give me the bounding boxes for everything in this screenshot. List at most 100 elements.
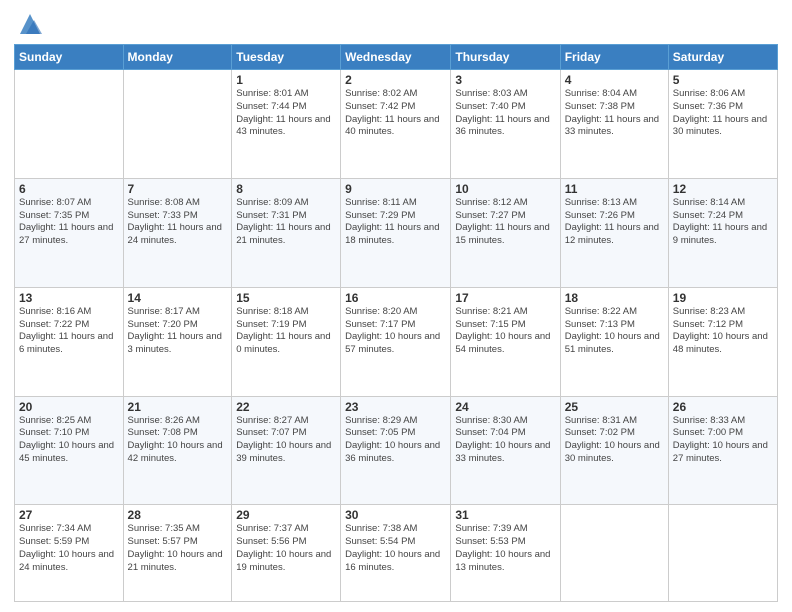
calendar-cell: 17Sunrise: 8:21 AMSunset: 7:15 PMDayligh…	[451, 287, 560, 396]
calendar-cell: 22Sunrise: 8:27 AMSunset: 7:07 PMDayligh…	[232, 396, 341, 505]
day-number: 19	[673, 291, 773, 305]
day-number: 16	[345, 291, 446, 305]
day-number: 15	[236, 291, 336, 305]
day-number: 7	[128, 182, 228, 196]
day-info: Sunrise: 8:01 AMSunset: 7:44 PMDaylight:…	[236, 88, 336, 139]
day-info: Sunrise: 7:39 AMSunset: 5:53 PMDaylight:…	[455, 523, 555, 574]
day-info: Sunrise: 8:06 AMSunset: 7:36 PMDaylight:…	[673, 88, 773, 139]
calendar-cell: 8Sunrise: 8:09 AMSunset: 7:31 PMDaylight…	[232, 178, 341, 287]
day-number: 31	[455, 508, 555, 522]
calendar-cell: 24Sunrise: 8:30 AMSunset: 7:04 PMDayligh…	[451, 396, 560, 505]
day-number: 28	[128, 508, 228, 522]
logo	[14, 14, 44, 38]
day-info: Sunrise: 8:02 AMSunset: 7:42 PMDaylight:…	[345, 88, 446, 139]
day-info: Sunrise: 8:25 AMSunset: 7:10 PMDaylight:…	[19, 415, 119, 466]
calendar-cell: 28Sunrise: 7:35 AMSunset: 5:57 PMDayligh…	[123, 505, 232, 602]
day-number: 5	[673, 73, 773, 87]
day-number: 23	[345, 400, 446, 414]
calendar-week-1: 6Sunrise: 8:07 AMSunset: 7:35 PMDaylight…	[15, 178, 778, 287]
day-number: 9	[345, 182, 446, 196]
calendar-cell	[15, 70, 124, 179]
calendar-cell	[560, 505, 668, 602]
calendar-cell: 23Sunrise: 8:29 AMSunset: 7:05 PMDayligh…	[341, 396, 451, 505]
day-info: Sunrise: 7:34 AMSunset: 5:59 PMDaylight:…	[19, 523, 119, 574]
day-info: Sunrise: 8:17 AMSunset: 7:20 PMDaylight:…	[128, 306, 228, 357]
calendar-cell: 18Sunrise: 8:22 AMSunset: 7:13 PMDayligh…	[560, 287, 668, 396]
day-number: 20	[19, 400, 119, 414]
day-info: Sunrise: 7:38 AMSunset: 5:54 PMDaylight:…	[345, 523, 446, 574]
day-info: Sunrise: 8:20 AMSunset: 7:17 PMDaylight:…	[345, 306, 446, 357]
calendar-header-row: SundayMondayTuesdayWednesdayThursdayFrid…	[15, 45, 778, 70]
calendar: SundayMondayTuesdayWednesdayThursdayFrid…	[14, 44, 778, 602]
calendar-cell: 19Sunrise: 8:23 AMSunset: 7:12 PMDayligh…	[668, 287, 777, 396]
day-info: Sunrise: 7:37 AMSunset: 5:56 PMDaylight:…	[236, 523, 336, 574]
calendar-cell: 20Sunrise: 8:25 AMSunset: 7:10 PMDayligh…	[15, 396, 124, 505]
calendar-cell: 5Sunrise: 8:06 AMSunset: 7:36 PMDaylight…	[668, 70, 777, 179]
day-number: 4	[565, 73, 664, 87]
calendar-header-wednesday: Wednesday	[341, 45, 451, 70]
calendar-cell: 2Sunrise: 8:02 AMSunset: 7:42 PMDaylight…	[341, 70, 451, 179]
day-info: Sunrise: 8:09 AMSunset: 7:31 PMDaylight:…	[236, 197, 336, 248]
calendar-cell: 27Sunrise: 7:34 AMSunset: 5:59 PMDayligh…	[15, 505, 124, 602]
day-number: 3	[455, 73, 555, 87]
logo-icon	[16, 10, 44, 38]
day-number: 17	[455, 291, 555, 305]
calendar-week-3: 20Sunrise: 8:25 AMSunset: 7:10 PMDayligh…	[15, 396, 778, 505]
day-number: 1	[236, 73, 336, 87]
calendar-cell: 10Sunrise: 8:12 AMSunset: 7:27 PMDayligh…	[451, 178, 560, 287]
calendar-header-tuesday: Tuesday	[232, 45, 341, 70]
calendar-header-saturday: Saturday	[668, 45, 777, 70]
day-info: Sunrise: 8:27 AMSunset: 7:07 PMDaylight:…	[236, 415, 336, 466]
calendar-header-monday: Monday	[123, 45, 232, 70]
calendar-cell: 29Sunrise: 7:37 AMSunset: 5:56 PMDayligh…	[232, 505, 341, 602]
day-number: 14	[128, 291, 228, 305]
day-number: 26	[673, 400, 773, 414]
calendar-cell: 12Sunrise: 8:14 AMSunset: 7:24 PMDayligh…	[668, 178, 777, 287]
calendar-cell: 25Sunrise: 8:31 AMSunset: 7:02 PMDayligh…	[560, 396, 668, 505]
calendar-header-sunday: Sunday	[15, 45, 124, 70]
day-number: 2	[345, 73, 446, 87]
calendar-header-thursday: Thursday	[451, 45, 560, 70]
day-number: 24	[455, 400, 555, 414]
day-number: 30	[345, 508, 446, 522]
day-info: Sunrise: 8:31 AMSunset: 7:02 PMDaylight:…	[565, 415, 664, 466]
calendar-cell: 16Sunrise: 8:20 AMSunset: 7:17 PMDayligh…	[341, 287, 451, 396]
calendar-cell: 7Sunrise: 8:08 AMSunset: 7:33 PMDaylight…	[123, 178, 232, 287]
day-info: Sunrise: 8:11 AMSunset: 7:29 PMDaylight:…	[345, 197, 446, 248]
calendar-cell: 21Sunrise: 8:26 AMSunset: 7:08 PMDayligh…	[123, 396, 232, 505]
day-info: Sunrise: 8:08 AMSunset: 7:33 PMDaylight:…	[128, 197, 228, 248]
calendar-cell: 9Sunrise: 8:11 AMSunset: 7:29 PMDaylight…	[341, 178, 451, 287]
calendar-week-2: 13Sunrise: 8:16 AMSunset: 7:22 PMDayligh…	[15, 287, 778, 396]
day-info: Sunrise: 8:16 AMSunset: 7:22 PMDaylight:…	[19, 306, 119, 357]
calendar-cell: 4Sunrise: 8:04 AMSunset: 7:38 PMDaylight…	[560, 70, 668, 179]
day-info: Sunrise: 8:13 AMSunset: 7:26 PMDaylight:…	[565, 197, 664, 248]
calendar-cell: 6Sunrise: 8:07 AMSunset: 7:35 PMDaylight…	[15, 178, 124, 287]
day-number: 22	[236, 400, 336, 414]
day-info: Sunrise: 7:35 AMSunset: 5:57 PMDaylight:…	[128, 523, 228, 574]
calendar-cell: 11Sunrise: 8:13 AMSunset: 7:26 PMDayligh…	[560, 178, 668, 287]
day-info: Sunrise: 8:29 AMSunset: 7:05 PMDaylight:…	[345, 415, 446, 466]
day-number: 6	[19, 182, 119, 196]
day-info: Sunrise: 8:23 AMSunset: 7:12 PMDaylight:…	[673, 306, 773, 357]
day-info: Sunrise: 8:22 AMSunset: 7:13 PMDaylight:…	[565, 306, 664, 357]
day-info: Sunrise: 8:21 AMSunset: 7:15 PMDaylight:…	[455, 306, 555, 357]
day-number: 29	[236, 508, 336, 522]
day-info: Sunrise: 8:14 AMSunset: 7:24 PMDaylight:…	[673, 197, 773, 248]
day-number: 10	[455, 182, 555, 196]
day-info: Sunrise: 8:18 AMSunset: 7:19 PMDaylight:…	[236, 306, 336, 357]
day-number: 11	[565, 182, 664, 196]
day-number: 12	[673, 182, 773, 196]
day-info: Sunrise: 8:07 AMSunset: 7:35 PMDaylight:…	[19, 197, 119, 248]
calendar-cell: 30Sunrise: 7:38 AMSunset: 5:54 PMDayligh…	[341, 505, 451, 602]
calendar-header-friday: Friday	[560, 45, 668, 70]
calendar-body: 1Sunrise: 8:01 AMSunset: 7:44 PMDaylight…	[15, 70, 778, 602]
calendar-cell	[123, 70, 232, 179]
calendar-cell: 15Sunrise: 8:18 AMSunset: 7:19 PMDayligh…	[232, 287, 341, 396]
calendar-week-0: 1Sunrise: 8:01 AMSunset: 7:44 PMDaylight…	[15, 70, 778, 179]
day-info: Sunrise: 8:04 AMSunset: 7:38 PMDaylight:…	[565, 88, 664, 139]
day-number: 27	[19, 508, 119, 522]
calendar-cell: 3Sunrise: 8:03 AMSunset: 7:40 PMDaylight…	[451, 70, 560, 179]
calendar-cell: 31Sunrise: 7:39 AMSunset: 5:53 PMDayligh…	[451, 505, 560, 602]
day-info: Sunrise: 8:26 AMSunset: 7:08 PMDaylight:…	[128, 415, 228, 466]
day-info: Sunrise: 8:12 AMSunset: 7:27 PMDaylight:…	[455, 197, 555, 248]
